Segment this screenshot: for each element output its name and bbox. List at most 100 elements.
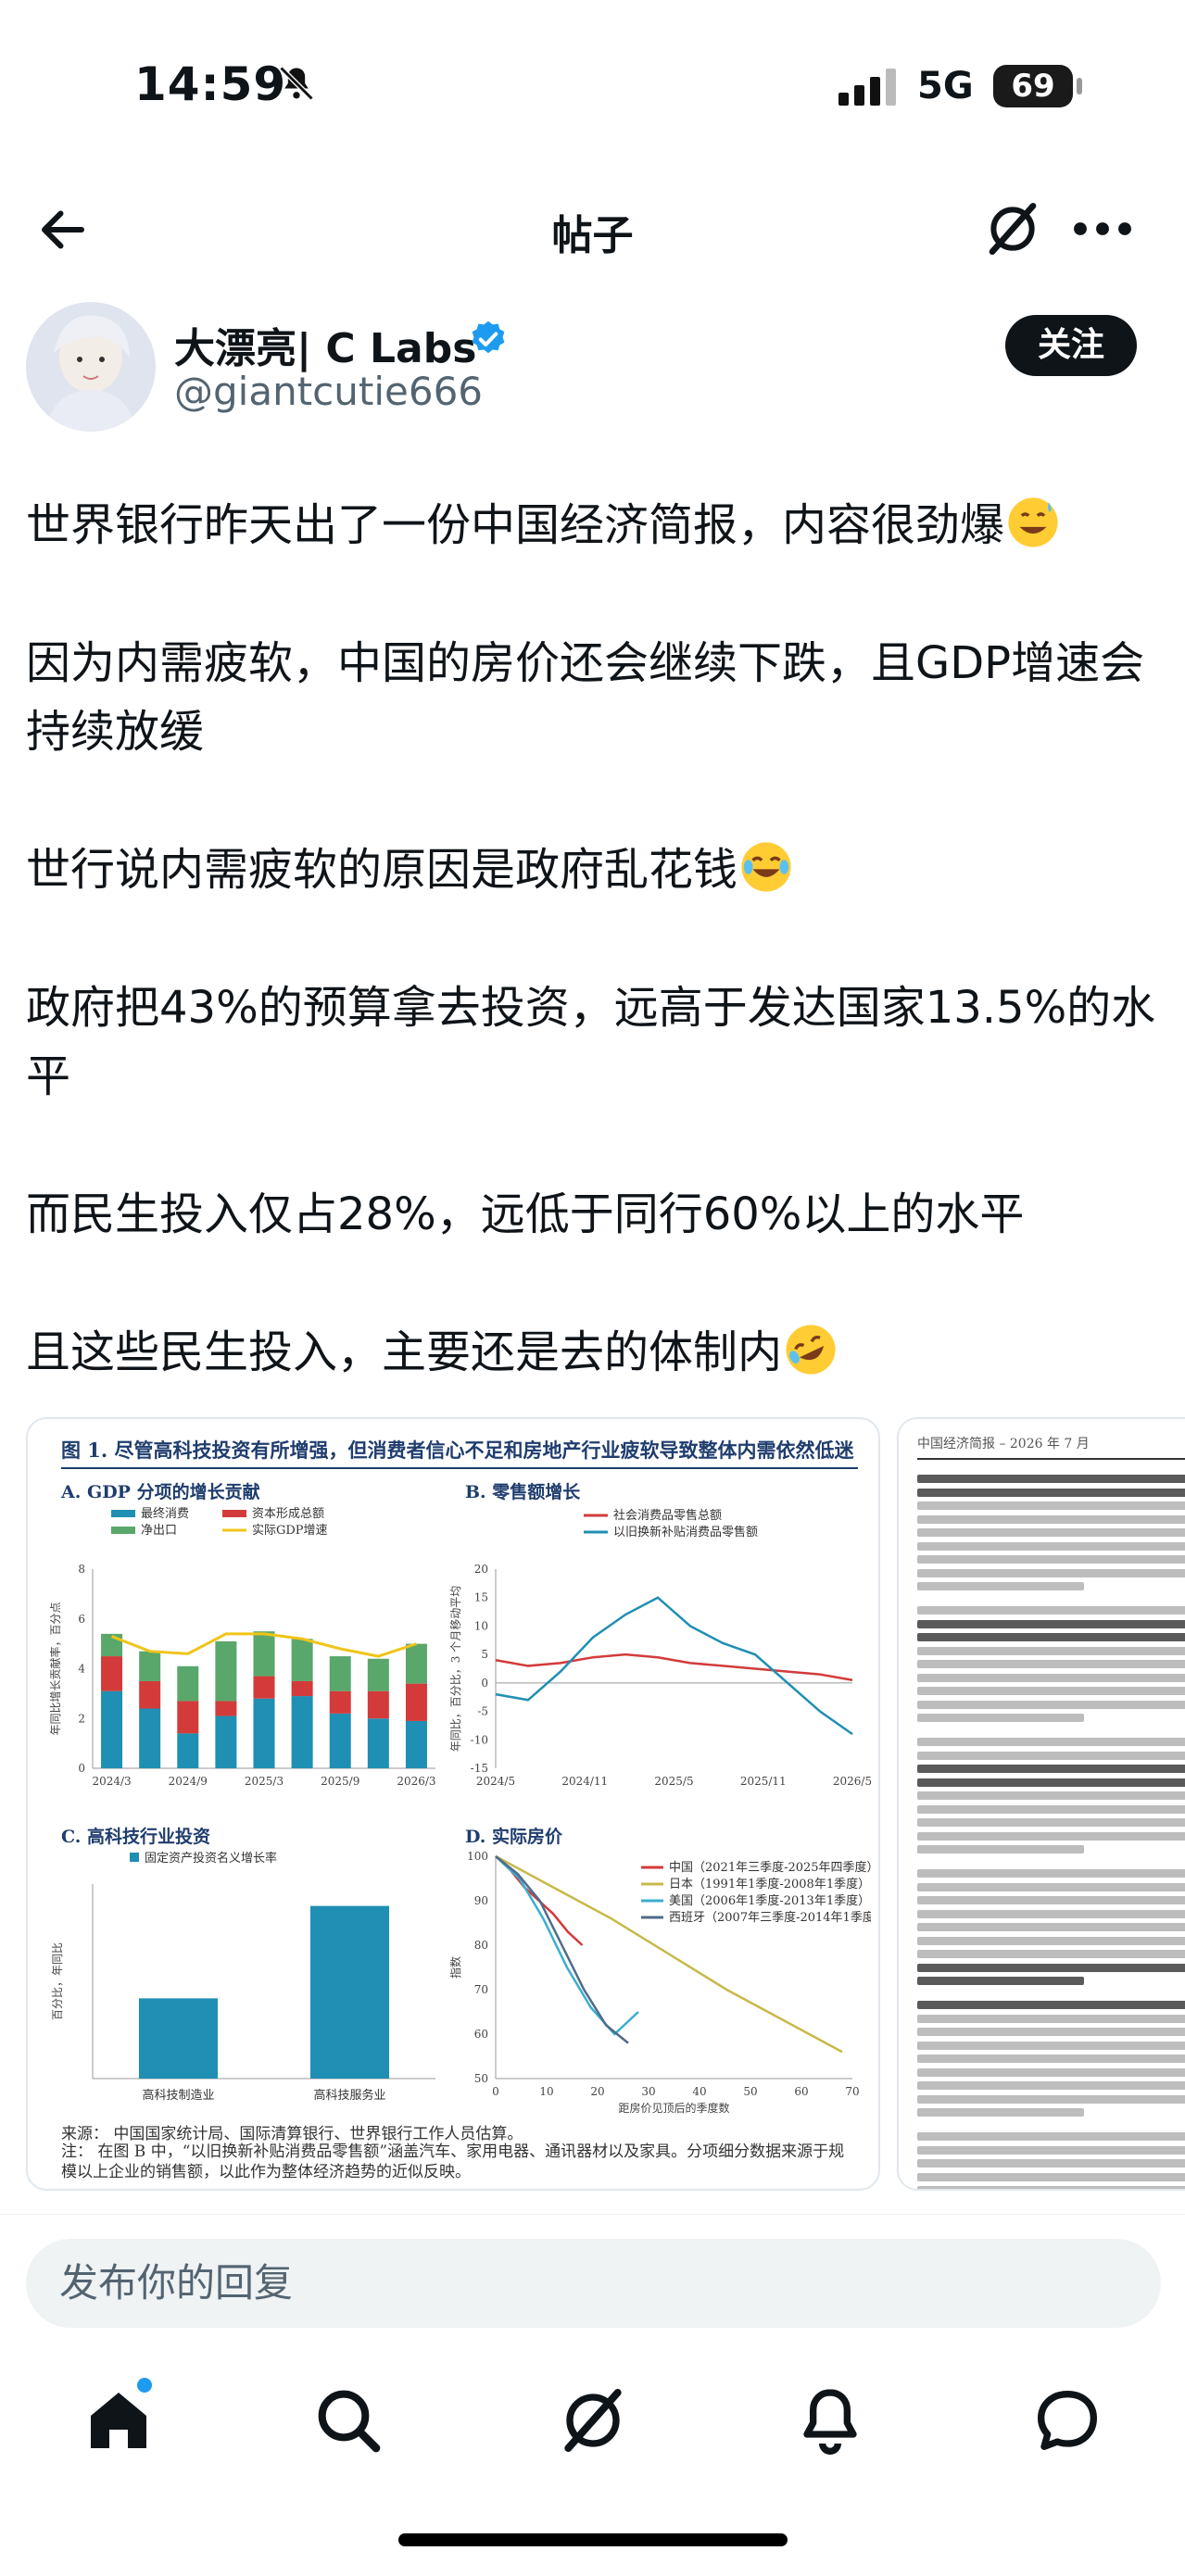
verified-badge-icon [472,320,505,354]
report-text-line [917,2014,1185,2023]
figure-source: 来源： 中国国家统计局、国际清算银行、世界银行工作人员估算。 [61,2125,523,2143]
x-tick-label: 2024/11 [561,1775,608,1788]
top-bar: 帖子 [0,176,1185,278]
x-tick-label: 2026/3 [397,1775,435,1788]
reply-input[interactable]: 发布你的回复 [26,2239,1161,2328]
report-text-line [917,1896,1185,1904]
more-icon[interactable] [1065,198,1140,259]
series-line [495,1855,639,2036]
legend-label: 最终消费 [141,1506,189,1521]
report-text-line [917,1765,1185,1773]
report-text-line [917,1514,1185,1524]
bar-segment [405,1683,427,1721]
home-icon[interactable] [82,2383,156,2457]
battery-tip [1077,78,1082,94]
bar-segment [291,1696,313,1768]
report-text-line [917,1963,1185,1972]
bar-segment [253,1698,275,1768]
x-tick-label: 20 [590,2085,604,2098]
figure-title: 图 1. 尽管高科技投资有所增强，但消费者信心不足和房地产行业疲软导致整体内需依… [61,1439,854,1462]
report-text-line [917,1845,1084,1853]
avatar[interactable] [26,302,156,432]
x-tick-label: 40 [692,2085,706,2098]
report-page-card[interactable]: 中国经济简报 – 2026 年 7 月 [897,1417,1185,2191]
author-name[interactable]: 大漂亮| C Labs [174,315,476,374]
report-header: 中国经济简报 – 2026 年 7 月 [917,1437,1090,1451]
report-text-line [917,1804,1185,1814]
x-tick-label: 高科技制造业 [142,2088,214,2103]
tears-of-joy-emoji [741,842,791,892]
y-tick-label: -10 [471,1733,488,1746]
author-handle[interactable]: @giantcutie666 [174,369,483,414]
x-tick-label: 高科技服务业 [313,2088,385,2103]
y-tick-label: 8 [78,1563,85,1576]
post-paragraph: 世界银行昨天出了一份中国经济简报，内容很劲爆 [26,491,1161,559]
x-tick-label: 50 [743,2085,757,2098]
notifications-bell-icon[interactable] [793,2383,867,2457]
y-tick-label: 2 [78,1712,85,1725]
report-text-line [917,2028,1185,2036]
bar-segment [253,1676,275,1699]
panel-a-title: A. GDP 分项的增长贡献 [61,1482,260,1502]
legend-label: 社会消费品零售总额 [613,1508,722,1523]
report-rule [917,1458,1185,1460]
bar-segment [367,1690,389,1719]
report-text-line [917,1568,1185,1577]
y-tick-label: 100 [467,1850,488,1863]
grok-nav-icon[interactable] [556,2383,630,2457]
x-tick-label: 10 [539,2085,553,2098]
report-text-line [917,1700,1185,1709]
legend-label: 日本（1991年1季度-2008年1季度） [669,1877,870,1891]
report-text-line [917,1541,1185,1551]
report-text-line [917,1488,1185,1497]
y-tick-label: 60 [474,2028,488,2041]
x-tick-label: 2026/5 [833,1775,871,1788]
panel-d-title: D. 实际房价 [465,1827,563,1847]
report-text-line [917,1751,1185,1760]
x-tick-label: 2024/5 [476,1775,515,1788]
report-text-line [917,1869,1185,1878]
post-paragraph: 因为内需疲软，中国的房价还会继续下跌，且GDP增速会持续放缓 [26,637,1145,758]
y-tick-label: -5 [477,1705,488,1718]
series-line [495,1652,853,1682]
bar-segment [329,1713,351,1768]
report-text-line [917,1923,1185,1931]
figure-note: 注： 在图 B 中，“以旧换新补贴消费品零售额”涵盖汽车、家用电器、通讯器材以及… [61,2142,845,2181]
bar-segment [405,1643,427,1684]
report-text-line [917,1660,1185,1668]
y-tick-label: 5 [481,1648,488,1661]
search-icon[interactable] [311,2383,385,2457]
report-text-line [917,1606,1185,1615]
bottom-nav [0,2357,1185,2496]
report-text-line [917,1687,1185,1695]
y-tick-label: -15 [471,1762,488,1775]
x-tick-label: 0 [492,2085,499,2098]
follow-button[interactable]: 关注 [1005,315,1137,376]
post-media[interactable]: 图 1. 尽管高科技投资有所增强，但消费者信心不足和房地产行业疲软导致整体内需依… [26,1417,1185,2191]
grok-icon[interactable] [982,198,1043,259]
x-tick-label: 70 [845,2085,859,2098]
report-text-line [917,1818,1185,1827]
chart-image-card[interactable]: 图 1. 尽管高科技投资有所增强，但消费者信心不足和房地产行业疲软导致整体内需依… [26,1417,880,2191]
grinning-sweat-emoji [1008,497,1058,547]
bell-slash-icon [279,66,314,101]
post-paragraph: 政府把43%的预算拿去投资，远高于发达国家13.5%的水平 [26,982,1156,1102]
bar [309,1905,390,2079]
legend-label: 中国（2021年三季度-2025年四季度） [669,1860,871,1875]
bar-segment [215,1640,237,1702]
report-text-line [917,1778,1185,1787]
rofl-emoji [786,1325,836,1375]
y-tick-label: 90 [474,1894,488,1907]
report-text-line [917,2055,1185,2063]
legend-swatch [111,1527,135,1534]
legend-swatch [130,1853,139,1862]
report-text-line [917,2145,1185,2155]
bar-segment [329,1656,351,1691]
y-axis-label: 百分比，年同比 [51,1942,64,2020]
x-tick-label: 2024/3 [92,1775,131,1788]
legend-label: 实际GDP增速 [252,1524,328,1538]
messages-icon[interactable] [1030,2383,1104,2457]
legend-swatch [111,1510,135,1517]
y-tick-label: 10 [474,1619,488,1632]
home-indicator [398,2533,788,2546]
